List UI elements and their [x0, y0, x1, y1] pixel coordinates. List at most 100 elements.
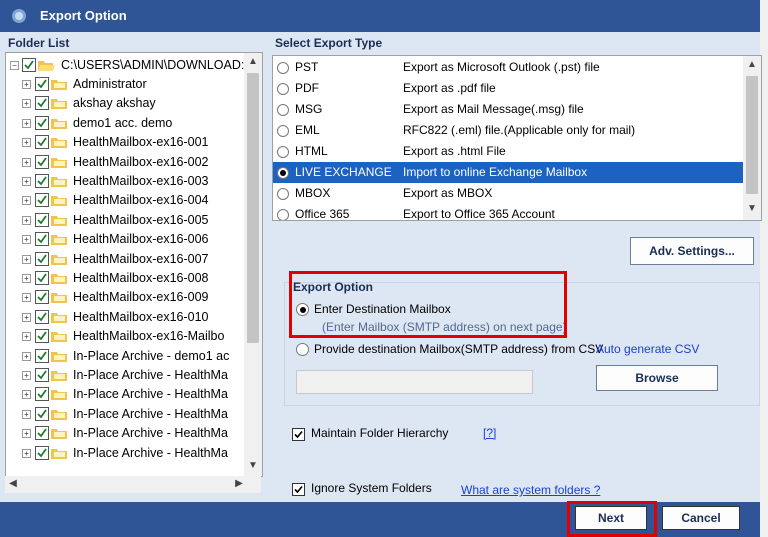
- expand-icon[interactable]: +: [22, 118, 31, 128]
- expand-icon[interactable]: +: [22, 429, 31, 439]
- export-type-radio[interactable]: [277, 167, 289, 179]
- export-type-row[interactable]: PDF Export as .pdf file: [273, 78, 743, 99]
- list-scroll-down-icon[interactable]: ▼: [743, 203, 761, 214]
- export-type-radio[interactable]: [277, 146, 289, 158]
- checkbox-checked-icon[interactable]: [35, 115, 49, 130]
- checkbox-checked-icon[interactable]: [35, 271, 49, 285]
- help-link[interactable]: [?]: [483, 426, 496, 440]
- tree-item[interactable]: + HealthMailbox-ex16-Mailbo: [6, 327, 244, 346]
- tree-item[interactable]: + In-Place Archive - HealthMa: [6, 444, 244, 463]
- tree-item[interactable]: + Administrator: [6, 75, 244, 94]
- tree-item[interactable]: + HealthMailbox-ex16-005: [6, 211, 244, 230]
- checkbox-checked-icon[interactable]: [35, 309, 49, 324]
- checkbox-checked-icon[interactable]: [35, 348, 49, 363]
- expand-icon[interactable]: +: [22, 351, 31, 361]
- export-type-row[interactable]: MSG Export as Mail Message(.msg) file: [273, 99, 743, 120]
- expand-icon[interactable]: +: [22, 235, 31, 245]
- tree-root[interactable]: − C:\USERS\ADMIN\DOWNLOAD:: [6, 56, 262, 75]
- export-type-row[interactable]: PST Export as Microsoft Outlook (.pst) fi…: [273, 57, 743, 78]
- expand-icon[interactable]: +: [22, 215, 31, 225]
- tree-item[interactable]: + In-Place Archive - HealthMa: [6, 405, 244, 424]
- export-type-radio[interactable]: [277, 62, 289, 74]
- scroll-right-arrow-icon[interactable]: ▶: [233, 478, 245, 489]
- checkbox-checked-icon[interactable]: [22, 58, 36, 72]
- checkbox-checked-icon[interactable]: [35, 290, 49, 305]
- export-type-row[interactable]: Office 365 Export to Office 365 Account: [273, 204, 743, 220]
- collapse-icon[interactable]: −: [10, 61, 19, 70]
- checkbox-checked-icon[interactable]: [35, 193, 49, 208]
- auto-generate-csv-link[interactable]: Auto generate CSV: [596, 342, 699, 356]
- tree-scroll-thumb[interactable]: [247, 73, 259, 343]
- checkbox-checked-icon[interactable]: [35, 445, 49, 460]
- expand-icon[interactable]: +: [22, 80, 31, 89]
- tree-item[interactable]: + HealthMailbox-ex16-007: [6, 250, 244, 269]
- radio-csv-mailbox[interactable]: [296, 343, 309, 356]
- export-type-radio[interactable]: [277, 104, 289, 116]
- next-button[interactable]: Next: [575, 506, 647, 530]
- list-scroll-thumb[interactable]: [746, 76, 758, 194]
- tree-item[interactable]: + HealthMailbox-ex16-006: [6, 230, 244, 249]
- tree-item[interactable]: + In-Place Archive - HealthMa: [6, 366, 244, 385]
- tree-item[interactable]: + demo1 acc. demo: [6, 114, 244, 133]
- expand-icon[interactable]: +: [22, 196, 31, 206]
- list-vertical-scrollbar[interactable]: ▲ ▼: [743, 56, 761, 220]
- checkbox-checked-icon[interactable]: [35, 406, 49, 421]
- checkbox-checked-icon[interactable]: [35, 212, 49, 227]
- export-type-row[interactable]: LIVE EXCHANGE Import to online Exchange M…: [273, 162, 743, 183]
- checkbox-checked-icon[interactable]: [35, 77, 49, 91]
- expand-icon[interactable]: +: [22, 371, 31, 380]
- tree-item[interactable]: + HealthMailbox-ex16-002: [6, 153, 244, 172]
- adv-settings-button[interactable]: Adv. Settings...: [630, 237, 754, 265]
- checkbox-checked-icon[interactable]: [35, 329, 49, 344]
- expand-icon[interactable]: +: [22, 254, 31, 264]
- export-type-row[interactable]: HTML Export as .html File: [273, 141, 743, 162]
- tree-vertical-scrollbar[interactable]: ▲ ▼: [244, 53, 262, 476]
- checkbox-checked-icon[interactable]: [35, 232, 49, 247]
- expand-icon[interactable]: +: [22, 312, 31, 322]
- expand-icon[interactable]: +: [22, 99, 31, 109]
- tree-item[interactable]: + In-Place Archive - HealthMa: [6, 424, 244, 443]
- tree-item[interactable]: + In-Place Archive - demo1 ac: [6, 347, 244, 366]
- checkbox-checked-icon[interactable]: [35, 154, 49, 169]
- export-type-radio[interactable]: [277, 125, 289, 137]
- expand-icon[interactable]: +: [22, 409, 31, 419]
- expand-icon[interactable]: +: [22, 138, 31, 148]
- scroll-left-arrow-icon[interactable]: ◀: [7, 478, 19, 489]
- export-type-radio[interactable]: [277, 188, 289, 200]
- tree-item[interactable]: + In-Place Archive - HealthMa: [6, 385, 244, 404]
- checkbox-checked-icon[interactable]: [35, 96, 49, 111]
- tree-item[interactable]: + HealthMailbox-ex16-004: [6, 191, 244, 210]
- export-type-radio[interactable]: [277, 209, 289, 220]
- expand-icon[interactable]: +: [22, 157, 31, 167]
- expand-icon[interactable]: +: [22, 274, 31, 283]
- tree-item[interactable]: + HealthMailbox-ex16-001: [6, 133, 244, 152]
- browse-button[interactable]: Browse: [596, 365, 718, 391]
- scroll-up-arrow-icon[interactable]: ▲: [244, 56, 262, 67]
- expand-icon[interactable]: +: [22, 293, 31, 303]
- expand-icon[interactable]: +: [22, 448, 31, 458]
- tree-item[interactable]: + HealthMailbox-ex16-008: [6, 269, 244, 288]
- export-type-row[interactable]: EML RFC822 (.eml) file.(Applicable only f…: [273, 120, 743, 141]
- expand-icon[interactable]: +: [22, 177, 31, 186]
- expand-icon[interactable]: +: [22, 332, 31, 342]
- cancel-button[interactable]: Cancel: [662, 506, 740, 530]
- maintain-hierarchy-checkbox[interactable]: [292, 428, 305, 441]
- export-type-list[interactable]: PST Export as Microsoft Outlook (.pst) fi…: [272, 55, 762, 221]
- export-type-radio[interactable]: [277, 83, 289, 95]
- export-type-row[interactable]: MBOX Export as MBOX: [273, 183, 743, 204]
- tree-item[interactable]: + HealthMailbox-ex16-010: [6, 308, 244, 327]
- checkbox-checked-icon[interactable]: [35, 368, 49, 382]
- checkbox-checked-icon[interactable]: [35, 174, 49, 188]
- checkbox-checked-icon[interactable]: [35, 251, 49, 266]
- csv-path-input[interactable]: [296, 370, 533, 394]
- scroll-down-arrow-icon[interactable]: ▼: [244, 460, 262, 471]
- tree-item[interactable]: + HealthMailbox-ex16-009: [6, 288, 244, 307]
- tree-horizontal-scrollbar[interactable]: ◀ ▶: [5, 476, 261, 493]
- system-folders-link[interactable]: What are system folders ?: [461, 483, 600, 497]
- list-scroll-up-icon[interactable]: ▲: [743, 59, 761, 70]
- checkbox-checked-icon[interactable]: [35, 387, 49, 402]
- tree-item[interactable]: + akshay akshay: [6, 94, 244, 113]
- tree-item[interactable]: + HealthMailbox-ex16-003: [6, 172, 244, 191]
- expand-icon[interactable]: +: [22, 390, 31, 400]
- checkbox-checked-icon[interactable]: [35, 426, 49, 441]
